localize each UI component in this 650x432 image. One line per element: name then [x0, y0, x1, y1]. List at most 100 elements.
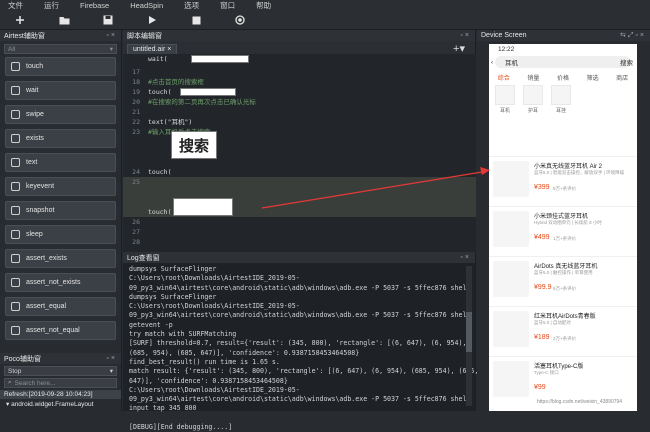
- phone-product-item[interactable]: 小米真无线蓝牙耳机 Air 2 蓝牙5.0 | 智能双击操控，解放双手 | 环境降…: [489, 156, 637, 204]
- phone-category-item[interactable]: 护耳: [521, 85, 545, 119]
- menu-file[interactable]: 文件: [8, 0, 23, 11]
- save-icon[interactable]: [101, 13, 115, 27]
- redacted-image-block[interactable]: [180, 88, 236, 96]
- log-viewer-panel: Log查看窗 ▫× dumpsys SurfaceFlinger C:\User…: [123, 252, 478, 431]
- api-button-wait[interactable]: wait: [5, 81, 116, 100]
- product-image: [493, 261, 529, 297]
- api-filter-value: All: [8, 45, 16, 53]
- phone-filter-item[interactable]: 销量: [527, 73, 539, 82]
- menu-firebase[interactable]: Firebase: [80, 1, 109, 10]
- menu-help[interactable]: 帮助: [256, 0, 271, 11]
- phone-filter-item[interactable]: 综合: [498, 73, 510, 82]
- product-price: ¥399: [534, 184, 550, 191]
- panel-window-controls-icon[interactable]: ▫×: [460, 32, 471, 39]
- new-file-icon[interactable]: [13, 13, 27, 27]
- api-filter-select[interactable]: All ▾: [4, 44, 117, 54]
- api-button-text[interactable]: text: [5, 153, 116, 172]
- code-line[interactable]: 19 touch(: [123, 87, 476, 97]
- product-desc: 蓝牙5.0 | 自动配对: [534, 320, 571, 325]
- poco-search-input[interactable]: ⌕ Search here...: [4, 378, 117, 388]
- api-list: touch wait swipe exists text keyevent snapshot…: [0, 57, 121, 340]
- api-button-sleep[interactable]: sleep: [5, 225, 116, 244]
- phone-product-item[interactable]: 小米颈挂式蓝牙耳机 Hybrid 双动圈单元 | 长续航 8 小时 ¥499 1万+条…: [489, 206, 637, 254]
- record-icon[interactable]: [233, 13, 247, 27]
- play-icon[interactable]: [145, 13, 159, 27]
- code-line[interactable]: 21: [123, 107, 476, 117]
- assert-icon: [11, 278, 20, 287]
- panel-window-controls-icon[interactable]: ▫×: [460, 254, 471, 261]
- poco-mode-select[interactable]: Stop ▾: [4, 366, 117, 376]
- device-screen-panel: Device Screen ⇆⤢▫× 12:22 ‹ 耳机 搜索 综合 销量 价格 筛…: [477, 30, 650, 411]
- phone-filter-item[interactable]: 价格: [557, 73, 569, 82]
- api-button-assert-exists[interactable]: assert_exists: [5, 249, 116, 268]
- log-scrollbar-thumb[interactable]: [466, 312, 472, 352]
- api-button-assert-equal[interactable]: assert_equal: [5, 297, 116, 316]
- code-line[interactable]: 20 #在搜索的第二页再次点击已确认光标: [123, 97, 476, 107]
- phone-filter-item[interactable]: 商店: [616, 73, 628, 82]
- open-folder-icon[interactable]: [57, 13, 71, 27]
- menu-run[interactable]: 运行: [44, 0, 59, 11]
- code-line[interactable]: 24 touch(: [123, 167, 476, 177]
- product-screenshot-thumbnail[interactable]: [173, 198, 233, 216]
- panel-window-controls-icon[interactable]: ▫×: [106, 32, 117, 39]
- api-button-label: text: [26, 159, 38, 166]
- api-button-label: assert_not_exists: [26, 279, 81, 286]
- category-thumbnail: [551, 85, 571, 105]
- stop-icon[interactable]: [189, 13, 203, 27]
- api-button-assert-not-equal[interactable]: assert_not_equal: [5, 321, 116, 340]
- close-icon[interactable]: ×: [167, 46, 171, 53]
- log-panel-header: Log查看窗 ▫×: [123, 252, 475, 263]
- phone-category-item[interactable]: 耳挂: [549, 85, 573, 119]
- panel-window-controls-icon[interactable]: ▫×: [106, 355, 117, 362]
- api-button-snapshot[interactable]: snapshot: [5, 201, 116, 220]
- code-line[interactable]: 26: [123, 217, 476, 227]
- tab-untitled-air[interactable]: untitled.air ×: [127, 44, 178, 54]
- menu-window[interactable]: 窗口: [220, 0, 235, 11]
- sleep-icon: [11, 230, 20, 239]
- code-line[interactable]: 28: [123, 237, 476, 247]
- swipe-icon: [11, 110, 20, 119]
- phone-screen[interactable]: 12:22 ‹ 耳机 搜索 综合 销量 价格 筛选 商店 耳机 护耳 耳挂 小米真无线蓝牙耳…: [489, 44, 637, 411]
- menu-headspin[interactable]: HeadSpin: [130, 1, 163, 10]
- api-button-label: exists: [26, 135, 44, 142]
- product-title: 活塞耳机Type-C版: [534, 364, 584, 370]
- device-panel-controls-icon[interactable]: ⇆⤢▫×: [620, 31, 646, 40]
- line-number: 18: [132, 78, 140, 86]
- code-text: touch(: [148, 208, 172, 216]
- api-button-keyevent[interactable]: keyevent: [5, 177, 116, 196]
- code-line[interactable]: 17: [123, 67, 476, 77]
- phone-search-box[interactable]: ‹ 耳机 搜索: [491, 56, 633, 68]
- api-button-swipe[interactable]: swipe: [5, 105, 116, 124]
- code-line[interactable]: 27: [123, 227, 476, 237]
- search-button-screenshot[interactable]: 搜索: [171, 131, 217, 159]
- phone-category-item[interactable]: 耳机: [493, 85, 517, 119]
- product-title: 红米耳机AirDots青春版: [534, 314, 596, 320]
- line-number: 27: [132, 228, 140, 236]
- code-line[interactable]: 22 text("耳机"): [123, 117, 476, 127]
- product-desc: Hybrid 双动圈单元 | 长续航 8 小时: [534, 220, 602, 225]
- api-button-touch[interactable]: touch: [5, 57, 116, 76]
- code-text: touch(: [148, 168, 172, 176]
- menu-options[interactable]: 选项: [184, 0, 199, 11]
- phone-product-item[interactable]: AirDots 真无线蓝牙耳机 蓝牙5.0 | 触控操作 | 单耳使用 ¥99.9 5…: [489, 256, 637, 304]
- redacted-image-block[interactable]: [191, 55, 249, 63]
- code-area[interactable]: wait( 17 18 #点击首页的搜索框 19 touch(20 #在搜索的第二页再次点击…: [123, 54, 476, 252]
- api-button-exists[interactable]: exists: [5, 129, 116, 148]
- phone-category-row: 耳机 护耳 耳挂: [493, 85, 633, 119]
- code-line[interactable]: 18 #点击首页的搜索框: [123, 77, 476, 87]
- category-thumbnail: [495, 85, 515, 105]
- phone-filter-bar: 综合 销量 价格 筛选 商店: [489, 72, 637, 82]
- poco-refresh-label[interactable]: Refresh:[2019-09-28 10:04:23]: [0, 390, 121, 399]
- phone-product-item[interactable]: 红米耳机AirDots青春版 蓝牙5.0 | 自动配对 ¥189 2万+条评价: [489, 306, 637, 354]
- phone-filter-item[interactable]: 筛选: [587, 73, 599, 82]
- back-arrow-icon[interactable]: ‹: [491, 59, 493, 66]
- api-button-label: assert_not_equal: [26, 327, 80, 334]
- editor-panel-header: 脚本编辑窗 ▫×: [123, 30, 475, 41]
- phone-product-item[interactable]: 活塞耳机Type-C版 Type-C 接口 ¥99: [489, 356, 637, 404]
- device-panel-title: Device Screen: [481, 32, 527, 39]
- code-line[interactable]: wait(: [123, 54, 476, 64]
- api-button-label: sleep: [26, 231, 43, 238]
- phone-search-button[interactable]: 搜索: [620, 57, 633, 67]
- api-button-assert-not-exists[interactable]: assert_not_exists: [5, 273, 116, 292]
- poco-tree-root[interactable]: ▾ android.widget.FrameLayout: [0, 399, 121, 409]
